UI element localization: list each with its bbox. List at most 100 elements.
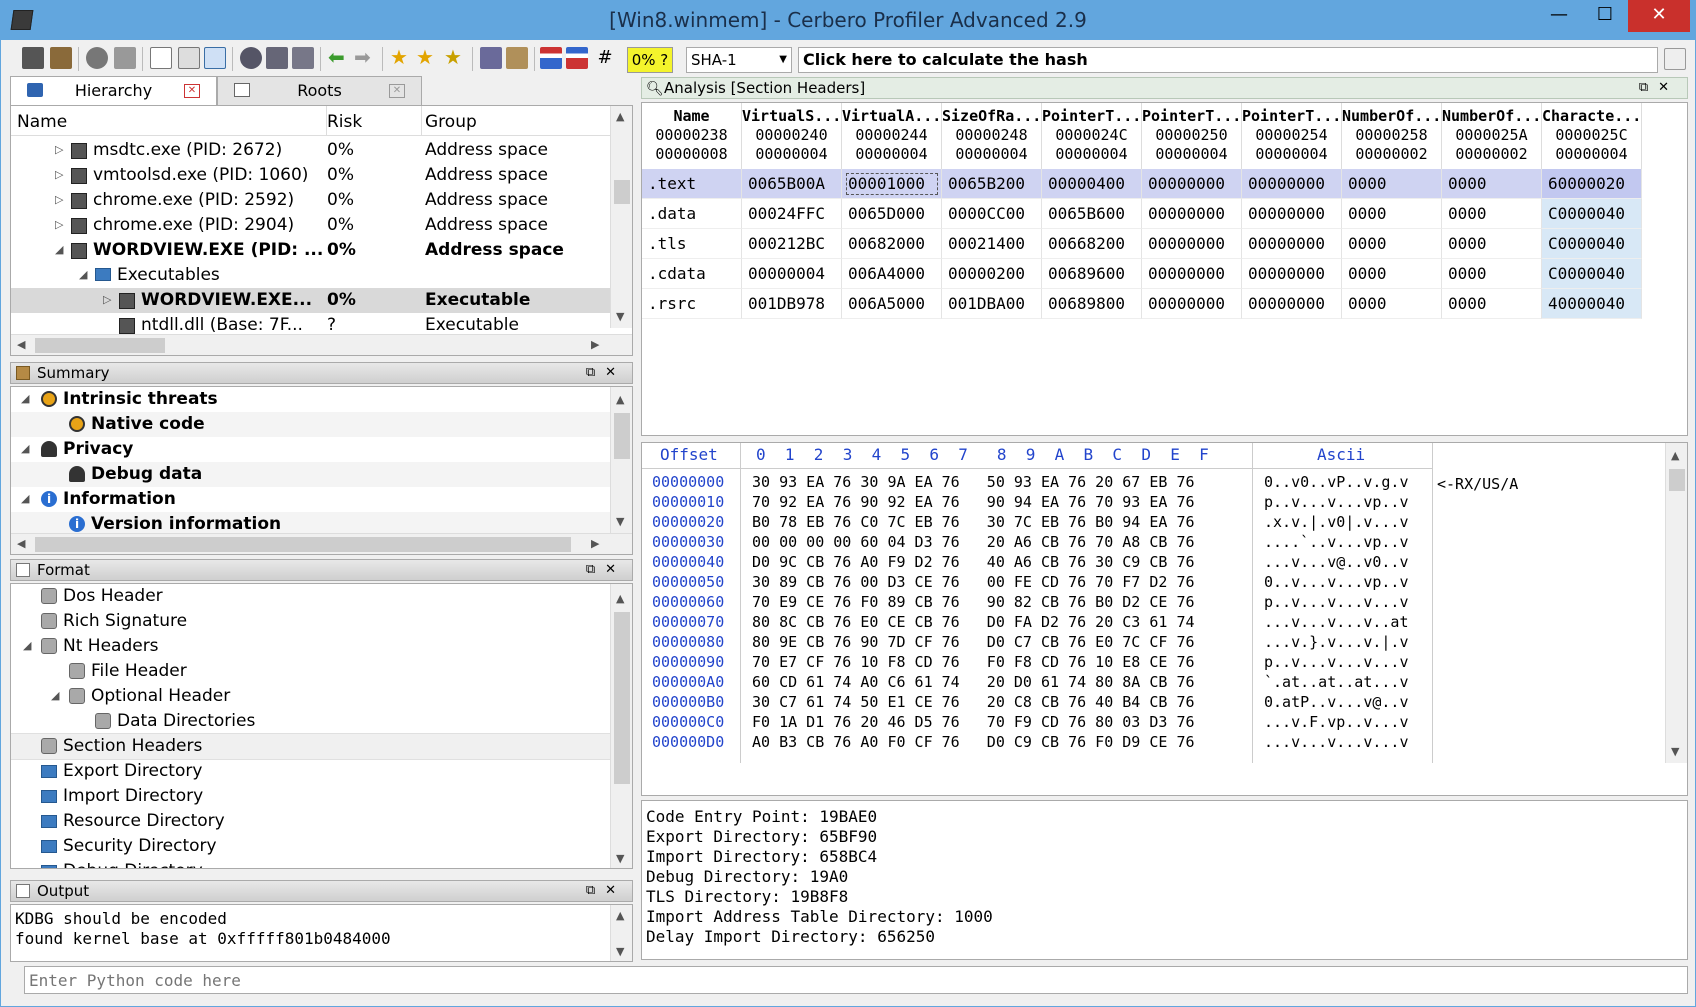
section-cell[interactable]: 0000 — [1442, 169, 1542, 199]
column-risk[interactable]: Risk — [327, 112, 362, 132]
scroll-thumb[interactable] — [614, 180, 630, 204]
format-item[interactable]: Section Headers — [11, 733, 612, 760]
hex-line[interactable]: 00000090 70 E7 CF 76 10 F8 CD 76 F0 F8 CD… — [642, 653, 1432, 672]
panel-buttons[interactable]: ⧉✕ — [586, 363, 626, 383]
hash-icon[interactable]: # — [594, 47, 616, 69]
summary-item[interactable]: ◢ i Information — [11, 487, 611, 512]
save-report-icon[interactable] — [50, 47, 72, 69]
tab-hierarchy[interactable]: Hierarchy ✕ — [10, 76, 217, 105]
hierarchy-hscroll[interactable]: ◀ ▶ — [11, 334, 632, 355]
hierarchy-row[interactable]: ◢ Executables — [11, 263, 611, 288]
hierarchy-row[interactable]: ▷ vmtoolsd.exe (PID: 1060) 0% Address space — [11, 163, 611, 188]
panel-buttons[interactable]: ⧉✕ — [586, 560, 626, 580]
section-cell[interactable]: 60000020 — [1542, 169, 1642, 199]
section-cell[interactable]: 0000 — [1342, 169, 1442, 199]
close-tab-icon[interactable]: ✕ — [184, 84, 200, 98]
tab-roots[interactable]: Roots ✕ — [217, 76, 422, 105]
section-cell[interactable]: 0065B600 — [1042, 199, 1142, 229]
bookmark-add-icon[interactable]: ★ — [390, 47, 412, 69]
section-column-header[interactable]: VirtualS... 00000240 00000004 — [742, 103, 842, 169]
section-cell[interactable]: 0000 — [1342, 289, 1442, 319]
section-cell[interactable]: 00682000 — [842, 229, 942, 259]
panel-buttons[interactable]: ⧉✕ — [586, 881, 626, 901]
scroll-down-icon[interactable]: ▼ — [616, 515, 624, 528]
section-cell[interactable]: 00000000 — [1242, 289, 1342, 319]
section-cell[interactable]: 00001000 — [842, 169, 942, 199]
section-cell[interactable]: 00000000 — [1242, 169, 1342, 199]
hex-line[interactable]: 000000D0 A0 B3 CB 76 A0 F0 CF 76 D0 C9 CB… — [642, 733, 1432, 752]
expand-arrow-icon[interactable]: ◢ — [51, 684, 59, 708]
section-cell[interactable]: 0000 — [1342, 259, 1442, 289]
column-name[interactable]: Name — [17, 112, 67, 132]
hex-line[interactable]: 00000020 B0 78 EB 76 C0 7C EB 76 30 7C EB… — [642, 513, 1432, 532]
format-item[interactable]: Security Directory — [11, 834, 611, 859]
expand-arrow-icon[interactable]: ◢ — [21, 387, 29, 411]
hex-line[interactable]: 00000060 70 E9 CE 76 F0 89 CB 76 90 82 CB… — [642, 593, 1432, 612]
summary-vscroll[interactable]: ▲ ▼ — [610, 387, 632, 533]
minimize-button[interactable]: — — [1536, 0, 1582, 32]
format-vscroll[interactable]: ▲ ▼ — [610, 584, 632, 868]
section-column-header[interactable]: Name 00000238 00000008 — [642, 103, 742, 169]
section-cell[interactable]: 00689600 — [1042, 259, 1142, 289]
format-item[interactable]: ◢ Nt Headers — [11, 634, 611, 659]
scroll-thumb[interactable] — [35, 338, 165, 353]
scroll-up-icon[interactable]: ▲ — [616, 592, 624, 605]
section-cell[interactable]: 00689800 — [1042, 289, 1142, 319]
section-cell[interactable]: 00000000 — [1142, 199, 1242, 229]
section-column-header[interactable]: VirtualA... 00000244 00000004 — [842, 103, 942, 169]
format-item[interactable]: Data Directories — [11, 709, 611, 734]
section-cell[interactable]: 40000040 — [1542, 289, 1642, 319]
section-cell[interactable]: 00000004 — [742, 259, 842, 289]
section-cell[interactable]: 00000000 — [1242, 259, 1342, 289]
section-name-cell[interactable]: .data — [642, 199, 742, 229]
bookmark-list-icon[interactable]: ★ — [444, 47, 466, 69]
close-tab-icon[interactable]: ✕ — [389, 84, 405, 98]
expand-arrow-icon[interactable]: ◢ — [21, 487, 29, 511]
scroll-right-icon[interactable]: ▶ — [591, 338, 599, 351]
scroll-up-icon[interactable]: ▲ — [616, 110, 624, 123]
section-cell[interactable]: 0000 — [1442, 199, 1542, 229]
section-cell[interactable]: 00000400 — [1042, 169, 1142, 199]
section-cell[interactable]: C0000040 — [1542, 199, 1642, 229]
hex-line[interactable]: 000000B0 30 C7 61 74 50 E1 CE 76 20 C8 CB… — [642, 693, 1432, 712]
scroll-thumb[interactable] — [614, 612, 630, 784]
hex-line[interactable]: 00000030 00 00 00 00 60 04 D3 76 20 A6 CB… — [642, 533, 1432, 552]
format-item[interactable]: Export Directory — [11, 759, 611, 784]
scroll-right-icon[interactable]: ▶ — [591, 537, 599, 550]
section-name-cell[interactable]: .cdata — [642, 259, 742, 289]
hex-line[interactable]: 00000050 30 89 CB 76 00 D3 CE 76 00 FE CD… — [642, 573, 1432, 592]
summary-hscroll[interactable]: ◀ ▶ — [11, 533, 632, 554]
maximize-button[interactable]: ☐ — [1582, 0, 1628, 32]
hex-line[interactable]: 00000070 80 8C CB 76 E0 CE CB 76 D0 FA D2… — [642, 613, 1432, 632]
section-cell[interactable]: 0000 — [1442, 259, 1542, 289]
section-cell[interactable]: 00024FFC — [742, 199, 842, 229]
section-cell[interactable]: 00668200 — [1042, 229, 1142, 259]
hex-line[interactable]: 00000000 30 93 EA 76 30 9A EA 76 50 93 EA… — [642, 473, 1432, 492]
scroll-up-icon[interactable]: ▲ — [616, 909, 624, 922]
scroll-left-icon[interactable]: ◀ — [17, 338, 25, 351]
section-cell[interactable]: 00000000 — [1242, 229, 1342, 259]
section-cell[interactable]: 0000 — [1442, 289, 1542, 319]
settings-icon[interactable] — [86, 47, 108, 69]
section-cell[interactable]: 001DBA00 — [942, 289, 1042, 319]
scroll-thumb[interactable] — [614, 413, 630, 459]
copy-hash-icon[interactable] — [1664, 48, 1686, 70]
format-item[interactable]: Rich Signature — [11, 609, 611, 634]
section-cell[interactable]: 0065B00A — [742, 169, 842, 199]
calculate-hash-button[interactable]: Click here to calculate the hash — [798, 47, 1658, 73]
zoom-icon[interactable] — [266, 47, 288, 69]
scroll-thumb[interactable] — [1669, 469, 1685, 491]
scroll-down-icon[interactable]: ▼ — [616, 945, 624, 958]
section-cell[interactable]: 0000CC00 — [942, 199, 1042, 229]
hex-line[interactable]: 000000A0 60 CD 61 74 A0 C6 61 74 20 D0 61… — [642, 673, 1432, 692]
tools-icon[interactable] — [114, 47, 136, 69]
scroll-up-icon[interactable]: ▲ — [1671, 449, 1679, 462]
expand-arrow-icon[interactable]: ◢ — [79, 263, 87, 287]
summary-item[interactable]: ◢ Intrinsic threats — [11, 387, 611, 412]
section-column-header[interactable]: PointerT... 00000254 00000004 — [1242, 103, 1342, 169]
expand-arrow-icon[interactable]: ▷ — [55, 163, 63, 187]
hex-view-icon[interactable] — [540, 47, 562, 69]
section-cell[interactable]: 006A5000 — [842, 289, 942, 319]
expand-arrow-icon[interactable]: ◢ — [55, 238, 63, 262]
section-cell[interactable]: 00000000 — [1142, 259, 1242, 289]
